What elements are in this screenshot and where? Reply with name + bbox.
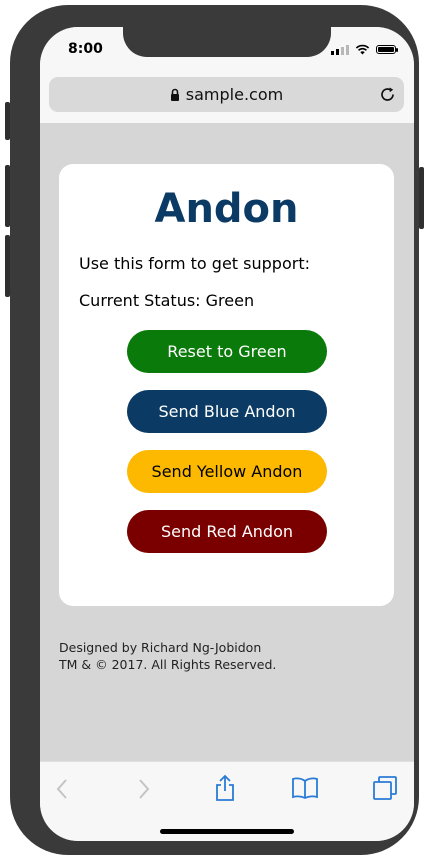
reload-icon[interactable] [379,86,396,103]
battery-icon [376,45,398,54]
andon-card: Andon Use this form to get support: Curr… [59,164,394,606]
reset-to-green-button[interactable]: Reset to Green [127,330,327,373]
url-bar[interactable]: sample.com [49,77,404,112]
browser-header: 8:00 sample.com [40,27,414,123]
current-status: Current Status: Green [79,291,255,310]
bookmarks-icon[interactable] [291,776,319,800]
side-button-mute [5,102,10,140]
side-button-power [419,167,424,229]
side-button-volume-down [5,235,10,297]
status-icons [331,44,398,55]
send-red-andon-button[interactable]: Send Red Andon [127,510,327,553]
intro-text: Use this form to get support: [79,254,310,273]
wifi-icon [355,44,370,55]
page-title: Andon [154,186,299,232]
send-blue-andon-button[interactable]: Send Blue Andon [127,390,327,433]
url-text: sample.com [185,85,284,104]
url-display[interactable]: sample.com [49,85,404,104]
lock-icon [170,88,179,101]
screen: 8:00 sample.com Andon Use this form to g… [40,27,414,841]
footer-copyright: TM & © 2017. All Rights Reserved. [59,657,277,672]
home-indicator [160,829,294,834]
phone-frame: 8:00 sample.com Andon Use this form to g… [5,5,424,855]
signal-icon [331,44,349,55]
share-icon[interactable] [214,774,236,802]
footer-credit: Designed by Richard Ng-Jobidon [59,640,262,655]
tabs-icon[interactable] [372,775,398,801]
send-yellow-andon-button[interactable]: Send Yellow Andon [127,450,327,493]
footer: Designed by Richard Ng-Jobidon TM & © 20… [59,639,276,673]
side-button-volume-up [5,165,10,227]
status-time: 8:00 [68,41,103,57]
notch [123,27,331,57]
forward-icon[interactable] [137,778,151,800]
back-icon[interactable] [55,778,69,800]
